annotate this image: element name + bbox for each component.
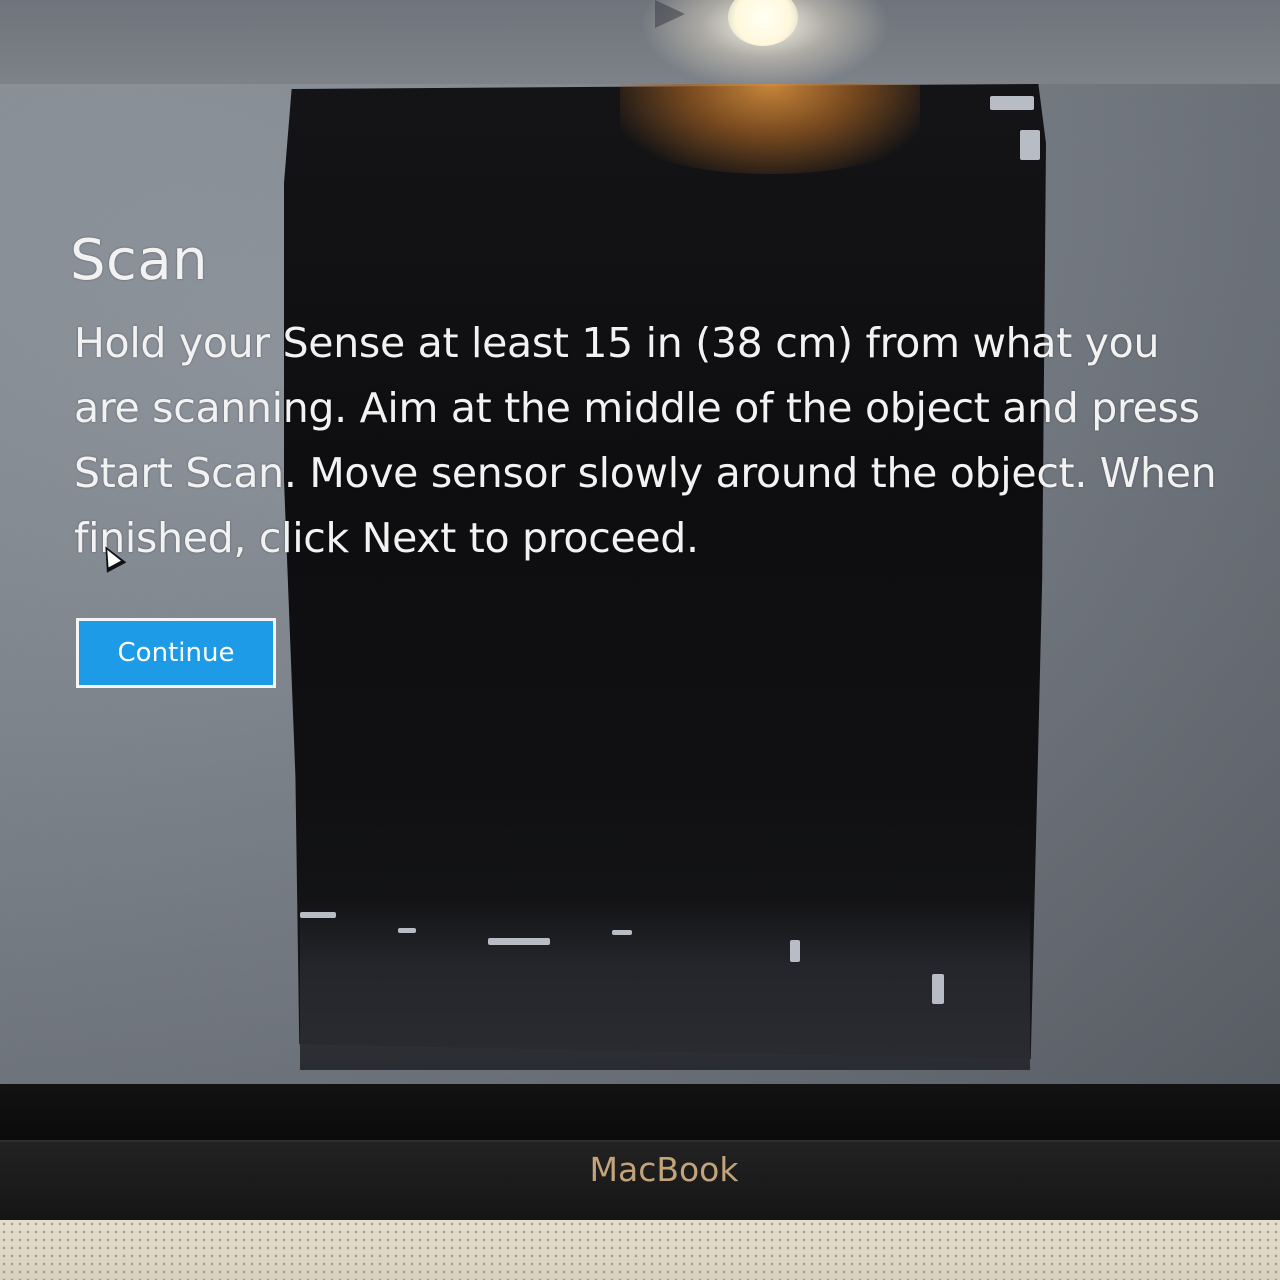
play-icon — [655, 0, 685, 28]
depth-noise-speck — [398, 928, 416, 933]
scan-panel: Scan Hold your Sense at least 15 in (38 … — [70, 228, 1230, 571]
continue-button[interactable]: Continue — [76, 618, 276, 688]
screen-bezel — [0, 1084, 1280, 1148]
depth-noise-speck — [932, 974, 944, 1004]
keyboard-deck — [0, 1220, 1280, 1280]
top-strip — [0, 0, 1280, 84]
depth-noise-speck — [612, 930, 632, 935]
depth-preview-highlight — [620, 84, 920, 174]
depth-preview-floor — [300, 900, 1030, 1070]
photo-frame: Scan Hold your Sense at least 15 in (38 … — [0, 0, 1280, 1280]
depth-noise-speck — [990, 96, 1034, 110]
page-title: Scan — [70, 228, 209, 293]
brand-label: MacBook — [589, 1150, 739, 1189]
depth-noise-speck — [790, 940, 800, 962]
depth-noise-speck — [300, 912, 336, 918]
depth-noise-speck — [488, 938, 550, 945]
depth-noise-speck — [1020, 130, 1040, 160]
scan-instructions: Hold your Sense at least 15 in (38 cm) f… — [74, 319, 1217, 562]
